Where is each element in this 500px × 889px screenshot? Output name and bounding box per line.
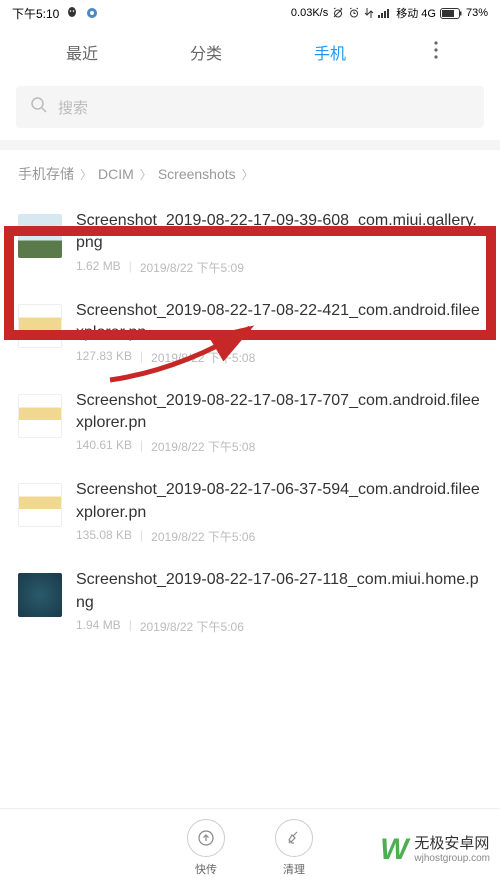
file-name: Screenshot_2019-08-22-17-06-27-118_com.m…	[76, 569, 482, 614]
search-input[interactable]: 搜索	[16, 86, 484, 128]
status-left: 下午5:10	[12, 5, 99, 22]
chevron-right-icon: 〉	[80, 166, 92, 183]
crumb-root[interactable]: 手机存储	[18, 164, 74, 184]
file-size: 135.08 KB	[76, 528, 132, 545]
tab-recent[interactable]: 最近	[54, 34, 110, 70]
app-icon	[85, 6, 99, 20]
file-item[interactable]: Screenshot_2019-08-22-17-08-17-707_com.a…	[0, 378, 500, 468]
tab-phone[interactable]: 手机	[302, 34, 358, 70]
file-thumbnail	[18, 483, 62, 527]
carrier-label: 移动 4G	[396, 5, 436, 21]
file-info: Screenshot_2019-08-22-17-06-27-118_com.m…	[76, 569, 482, 635]
file-date: 2019/8/22 下午5:09	[140, 259, 244, 276]
more-icon[interactable]	[426, 41, 446, 64]
crumb-screenshots[interactable]: Screenshots	[158, 166, 236, 182]
broom-icon	[275, 819, 313, 857]
quick-send-button[interactable]: 快传	[187, 819, 225, 877]
breadcrumb: 手机存储 〉 DCIM 〉 Screenshots 〉	[0, 150, 500, 198]
alarm-off-icon	[332, 7, 344, 19]
file-date: 2019/8/22 下午5:08	[151, 349, 255, 366]
tab-bar: 最近 分类 手机	[0, 26, 500, 78]
watermark-logo: W	[380, 833, 408, 867]
signal-icon	[378, 8, 392, 18]
search-icon	[30, 96, 48, 118]
qq-icon	[65, 6, 79, 20]
network-speed: 0.03K/s	[291, 7, 328, 19]
status-right: 0.03K/s 移动 4G 73%	[291, 5, 488, 21]
file-name: Screenshot_2019-08-22-17-06-37-594_com.a…	[76, 479, 482, 524]
clean-label: 清理	[283, 861, 305, 877]
file-size: 1.94 MB	[76, 618, 121, 635]
file-item[interactable]: Screenshot_2019-08-22-17-06-37-594_com.a…	[0, 467, 500, 557]
watermark: W 无极安卓网 wjhostgroup.com	[380, 833, 490, 867]
file-name: Screenshot_2019-08-22-17-08-22-421_com.a…	[76, 300, 482, 345]
file-meta: 135.08 KB | 2019/8/22 下午5:06	[76, 528, 482, 545]
search-placeholder: 搜索	[58, 97, 88, 118]
file-size: 140.61 KB	[76, 438, 132, 455]
watermark-title: 无极安卓网	[414, 836, 490, 853]
file-thumbnail	[18, 394, 62, 438]
file-meta: 127.83 KB | 2019/8/22 下午5:08	[76, 349, 482, 366]
battery-percent: 73%	[466, 7, 488, 19]
file-list: Screenshot_2019-08-22-17-09-39-608_com.m…	[0, 198, 500, 647]
chevron-right-icon: 〉	[140, 166, 152, 183]
tab-category[interactable]: 分类	[178, 34, 234, 70]
file-meta: 1.62 MB | 2019/8/22 下午5:09	[76, 259, 482, 276]
file-thumbnail	[18, 304, 62, 348]
status-time: 下午5:10	[12, 5, 59, 22]
file-meta: 1.94 MB | 2019/8/22 下午5:06	[76, 618, 482, 635]
meta-separator: |	[140, 438, 143, 455]
file-size: 1.62 MB	[76, 259, 121, 276]
file-item[interactable]: Screenshot_2019-08-22-17-08-22-421_com.a…	[0, 288, 500, 378]
watermark-text: 无极安卓网 wjhostgroup.com	[414, 836, 490, 864]
file-meta: 140.61 KB | 2019/8/22 下午5:08	[76, 438, 482, 455]
file-name: Screenshot_2019-08-22-17-09-39-608_com.m…	[76, 210, 482, 255]
file-info: Screenshot_2019-08-22-17-08-17-707_com.a…	[76, 390, 482, 456]
file-info: Screenshot_2019-08-22-17-09-39-608_com.m…	[76, 210, 482, 276]
file-date: 2019/8/22 下午5:06	[151, 528, 255, 545]
file-thumbnail	[18, 573, 62, 617]
data-icon	[364, 7, 374, 19]
crumb-dcim[interactable]: DCIM	[98, 166, 134, 182]
quick-send-label: 快传	[195, 861, 217, 877]
file-thumbnail	[18, 214, 62, 258]
file-name: Screenshot_2019-08-22-17-08-17-707_com.a…	[76, 390, 482, 435]
file-date: 2019/8/22 下午5:08	[151, 438, 255, 455]
meta-separator: |	[129, 618, 132, 635]
file-item[interactable]: Screenshot_2019-08-22-17-06-27-118_com.m…	[0, 557, 500, 647]
watermark-url: wjhostgroup.com	[414, 853, 490, 864]
battery-icon	[440, 8, 462, 19]
clean-button[interactable]: 清理	[275, 819, 313, 877]
divider	[0, 140, 500, 150]
file-item[interactable]: Screenshot_2019-08-22-17-09-39-608_com.m…	[0, 198, 500, 288]
meta-separator: |	[140, 349, 143, 366]
upload-icon	[187, 819, 225, 857]
status-bar: 下午5:10 0.03K/s 移动 4G 73%	[0, 0, 500, 26]
file-info: Screenshot_2019-08-22-17-08-22-421_com.a…	[76, 300, 482, 366]
file-date: 2019/8/22 下午5:06	[140, 618, 244, 635]
meta-separator: |	[140, 528, 143, 545]
file-info: Screenshot_2019-08-22-17-06-37-594_com.a…	[76, 479, 482, 545]
meta-separator: |	[129, 259, 132, 276]
file-size: 127.83 KB	[76, 349, 132, 366]
clock-icon	[348, 7, 360, 19]
chevron-right-icon: 〉	[242, 166, 254, 183]
